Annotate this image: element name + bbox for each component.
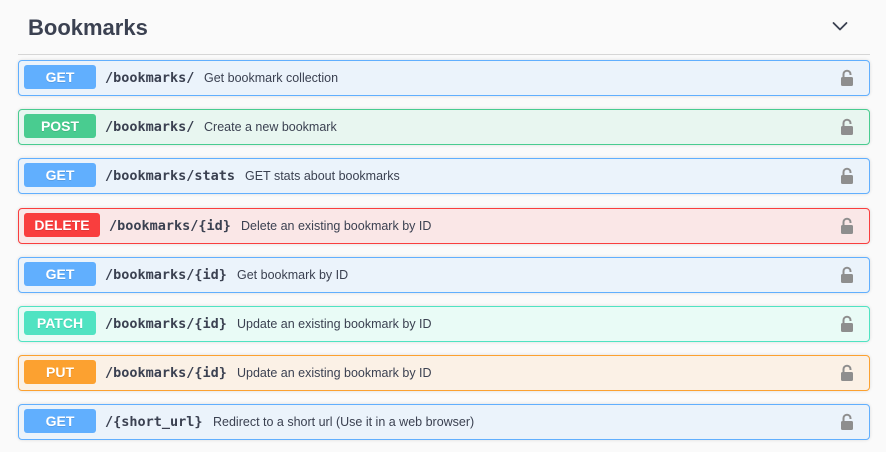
operation-description: Update an existing bookmark by ID <box>237 317 432 331</box>
method-badge: DELETE <box>24 213 100 237</box>
operation-description: GET stats about bookmarks <box>245 169 400 183</box>
operation-path: /bookmarks/{id} <box>109 218 231 234</box>
section-header[interactable]: Bookmarks <box>18 0 870 55</box>
operation-path: /bookmarks/stats <box>105 168 236 184</box>
operation-description: Get bookmark by ID <box>237 268 349 282</box>
lock-icon[interactable] <box>839 69 855 87</box>
lock-icon[interactable] <box>839 413 855 431</box>
lock-icon[interactable] <box>839 266 855 284</box>
tag-section-bookmarks: Bookmarks GET/bookmarks/Get bookmark col… <box>18 0 870 440</box>
operation-post[interactable]: POST/bookmarks/Create a new bookmark <box>18 109 870 145</box>
operation-path: /bookmarks/ <box>105 70 195 86</box>
operation-put[interactable]: PUT/bookmarks/{id} Update an existing boo… <box>18 355 870 391</box>
method-badge: GET <box>24 262 96 286</box>
operation-get[interactable]: GET /{short_url} Redirect to a short url (… <box>18 404 870 440</box>
operation-get[interactable]: GET/bookmarks/Get bookmark collection <box>18 60 870 96</box>
method-badge: GET <box>24 163 96 187</box>
operation-path: /bookmarks/ <box>105 119 195 135</box>
chevron-down-icon[interactable] <box>832 20 848 32</box>
lock-icon[interactable] <box>839 315 855 333</box>
operation-path: /bookmarks/{id} <box>105 267 227 283</box>
lock-icon[interactable] <box>839 217 855 235</box>
method-badge: GET <box>24 65 96 89</box>
operation-path: /bookmarks/{id} <box>105 316 227 332</box>
method-badge: GET <box>24 409 96 433</box>
operation-description: Update an existing bookmark by ID <box>237 366 432 380</box>
method-badge: POST <box>24 114 96 138</box>
method-badge: PATCH <box>24 311 96 335</box>
operation-path: /{short_url} <box>105 414 203 430</box>
operation-description: Create a new bookmark <box>204 120 337 134</box>
operation-description: Redirect to a short url (Use it in a web… <box>213 415 475 429</box>
operation-get[interactable]: GET/bookmarks/{id} Get bookmark by ID <box>18 257 870 293</box>
operation-delete[interactable]: DELETE/bookmarks/{id} Delete an existing … <box>18 208 870 244</box>
method-badge: PUT <box>24 360 96 384</box>
lock-icon[interactable] <box>839 118 855 136</box>
lock-icon[interactable] <box>839 167 855 185</box>
operation-path: /bookmarks/{id} <box>105 365 227 381</box>
section-title: Bookmarks <box>28 15 148 40</box>
operation-description: Get bookmark collection <box>204 71 339 85</box>
operation-patch[interactable]: PATCH/bookmarks/{id} Update an existing b… <box>18 306 870 342</box>
lock-icon[interactable] <box>839 364 855 382</box>
operation-description: Delete an existing bookmark by ID <box>241 219 432 233</box>
operation-get[interactable]: GET/bookmarks/stats GET stats about bookm… <box>18 158 870 194</box>
